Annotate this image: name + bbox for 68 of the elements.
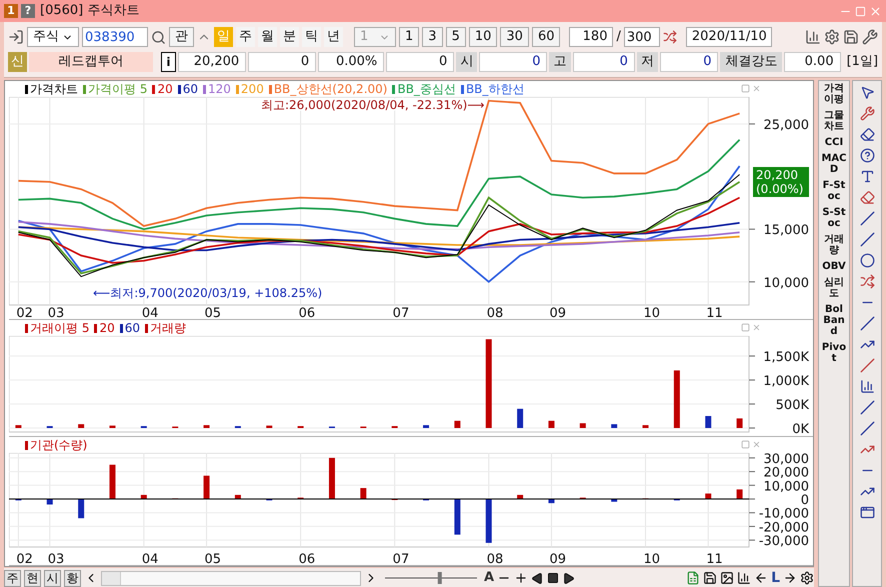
period-label: [1일] <box>846 53 878 72</box>
axis-label: 0 <box>800 493 809 508</box>
legend-label: 가격이평 5 <box>88 83 148 95</box>
axis-label: 20,000 <box>764 466 809 481</box>
strength-label: 체결강도 <box>720 52 782 72</box>
legend-label: BB_중심선 <box>397 83 456 95</box>
change-cell: 0 <box>248 52 316 72</box>
legend-label: 기관(수량) <box>30 439 88 451</box>
rate-cell: 0.00% <box>318 52 384 72</box>
axis-label: 02 <box>16 306 33 319</box>
axis-label: 09 <box>549 552 566 565</box>
window-title: [0560] 주식차트 <box>40 2 140 20</box>
high-label: 고 <box>549 52 571 72</box>
axis-label: 06 <box>298 552 316 565</box>
axis-label: 06 <box>298 306 316 319</box>
axis-label: 11 <box>706 306 723 319</box>
axis-label: 04 <box>142 552 158 565</box>
axis-label: 1,500K <box>763 350 809 366</box>
axis-label: 500K <box>776 398 809 414</box>
axis-label: 10,000 <box>764 276 809 291</box>
axis-label: -30,000 <box>758 534 809 550</box>
status-badge: 신 <box>8 52 28 72</box>
axis-label: 03 <box>48 552 64 565</box>
axis-label: -10,000 <box>758 506 809 522</box>
axis-label: -20,000 <box>758 520 809 536</box>
legend-label: 120 <box>208 83 231 95</box>
axis-label: 10 <box>644 306 660 319</box>
axis-label: 03 <box>48 306 64 319</box>
legend-label: 거래이평 5 <box>30 322 90 334</box>
axis-label: 05 <box>204 306 222 319</box>
legend-label: 거래량 <box>150 322 186 334</box>
axis-label: 08 <box>486 552 504 565</box>
legend-label: 20 <box>99 322 115 334</box>
axis-label: 1,000K <box>763 374 809 390</box>
high-cell: 0 <box>572 52 635 72</box>
stock-name: 레드캡투어 <box>29 52 153 72</box>
legend-label: 60 <box>182 83 198 95</box>
volume-cell: 0 <box>386 52 454 72</box>
axis-label: 04 <box>142 306 158 319</box>
axis-label: 15,000 <box>764 223 809 238</box>
axis-label: 30,000 <box>764 453 809 467</box>
legend-label: 가격차트 <box>30 83 78 95</box>
open-cell: 0 <box>479 52 548 72</box>
low-label: 저 <box>636 52 658 72</box>
low-cell: 0 <box>660 52 718 72</box>
legend-label: BB_하한선 <box>466 83 524 95</box>
legend-label: BB_상한선(20,2.00) <box>274 83 388 95</box>
strength-cell: 0.00 <box>784 52 841 72</box>
axis-label: 02 <box>16 552 33 565</box>
axis-label: 10 <box>644 552 660 565</box>
open-label: 시 <box>456 52 478 72</box>
axis-label: 10,000 <box>764 479 809 494</box>
price-cell: 20,200 <box>178 52 246 72</box>
axis-label: 08 <box>486 306 504 319</box>
chart-annotation: 최고:26,000(2020/08/04, -22.31%)⟶ <box>261 98 484 112</box>
axis-label: 09 <box>549 306 566 319</box>
separator-text: / <box>616 28 621 46</box>
legend-label: 20 <box>157 83 173 95</box>
legend-label: 60 <box>124 322 140 334</box>
axis-label: 0K <box>792 422 809 436</box>
axis-label: 11 <box>706 552 723 565</box>
legend-label: 200 <box>240 83 264 95</box>
chart-annotation: ⟵최저:9,700(2020/03/19, +108.25%) <box>93 286 322 300</box>
axis-label: 07 <box>392 306 410 319</box>
axis-label: 07 <box>392 552 410 565</box>
axis-label: 05 <box>204 552 222 565</box>
price-tag: 20,200 (0.00%) <box>753 167 809 197</box>
axis-label: 25,000 <box>764 118 809 133</box>
